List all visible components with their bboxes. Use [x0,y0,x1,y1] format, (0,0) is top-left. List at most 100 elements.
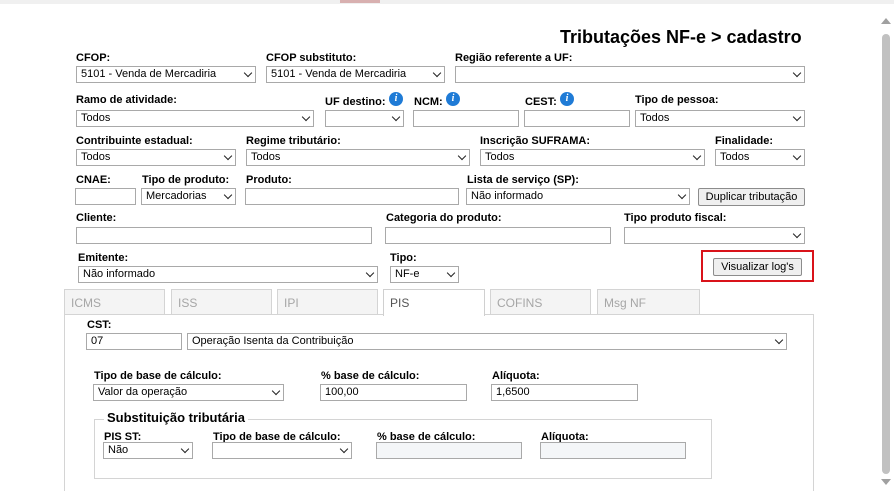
cfop-substituto-value: 5101 - Venda de Mercadiria [271,68,407,80]
categoria-input[interactable] [385,227,611,244]
info-icon[interactable]: i [560,92,574,106]
tab-ipi[interactable]: IPI [277,289,378,315]
chevron-down-icon [365,268,375,278]
cfop-select[interactable]: 5101 - Venda de Mercadiria [76,66,256,83]
tab-pis[interactable]: PIS [383,289,485,316]
finalidade-select[interactable]: Todos [715,149,805,166]
tab-iss[interactable]: ISS [171,289,272,315]
suframa-select[interactable]: Todos [480,149,705,166]
scrollbar-thumb[interactable] [882,34,890,474]
cfop-substituto-label: CFOP substituto: [266,52,357,64]
emitente-label: Emitente: [78,252,129,264]
page-title: Tributações NF-e > cadastro [560,27,802,47]
cnae-input[interactable] [75,188,136,205]
suframa-label: Inscrição SUFRAMA: [480,135,591,147]
browser-top-strip [0,0,894,4]
cst-code-input[interactable]: 07 [86,333,182,350]
st-legend: Substituição tributária [104,410,248,425]
aliquota-label: Alíquota: [492,370,540,382]
tab-msg-nf[interactable]: Msg NF [597,289,700,315]
chevron-down-icon [339,444,349,454]
chevron-down-icon [677,190,687,200]
tipo-base-label: Tipo de base de cálculo: [94,370,222,382]
st-perc-base-input[interactable] [376,442,522,459]
chevron-down-icon [792,112,802,122]
chevron-down-icon [301,112,311,122]
chevron-down-icon [457,151,467,161]
regime-select[interactable]: Todos [246,149,470,166]
tipo-produto-label: Tipo de produto: [142,174,230,186]
emitente-select[interactable]: Não informado [78,266,378,283]
top-strip-mark [340,0,380,3]
duplicar-tributacao-button[interactable]: Duplicar tributação [698,188,805,206]
cliente-label: Cliente: [76,212,117,224]
cst-select[interactable]: Operação Isenta da Contribuição [187,333,787,350]
tipo-base-select[interactable]: Valor da operação [93,384,284,401]
tipo-value: NF-e [395,268,420,280]
tipo-produto-select[interactable]: Mercadorias [141,188,236,205]
cliente-input[interactable] [76,227,372,244]
tipo-pessoa-label: Tipo de pessoa: [635,94,719,106]
tipo-pessoa-select[interactable]: Todos [635,110,805,127]
tipo-pessoa-value: Todos [640,112,670,124]
cfop-substituto-select[interactable]: 5101 - Venda de Mercadiria [266,66,445,83]
tipo-label: Tipo: [390,252,417,264]
chevron-down-icon [432,68,442,78]
produto-input[interactable] [245,188,459,205]
chevron-down-icon [391,112,401,122]
pis-st-value: Não [108,444,129,456]
perc-base-input[interactable]: 100,00 [320,384,467,401]
tab-icms[interactable]: ICMS [64,289,165,315]
aliquota-input[interactable]: 1,6500 [491,384,638,401]
chevron-down-icon [446,268,456,278]
cest-label: CEST: [525,96,557,108]
scroll-up-icon[interactable] [881,18,891,24]
cst-value: Operação Isenta da Contribuição [192,335,354,347]
ramo-select[interactable]: Todos [76,110,314,127]
uf-destino-label: UF destino: [325,96,386,108]
uf-destino-select[interactable] [325,110,404,127]
lista-servico-select[interactable]: Não informado [466,188,690,205]
tipo-select[interactable]: NF-e [390,266,459,283]
vertical-scrollbar[interactable] [877,14,894,491]
perc-base-label: % base de cálculo: [321,370,420,382]
tipo-base-value: Valor da operação [98,386,188,398]
chevron-down-icon [223,190,233,200]
contribuinte-value: Todos [81,151,111,163]
suframa-value: Todos [485,151,515,163]
pis-st-select[interactable]: Não [103,442,193,459]
regime-label: Regime tributário: [246,135,341,147]
finalidade-value: Todos [720,151,750,163]
tipo-fiscal-select[interactable] [624,227,805,244]
ramo-value: Todos [81,112,111,124]
ncm-input[interactable] [413,110,519,127]
chevron-down-icon [792,229,802,239]
ncm-label: NCM: [414,96,443,108]
scroll-down-icon[interactable] [881,479,891,485]
regiao-select[interactable] [455,66,805,83]
st-aliquota-input[interactable] [540,442,686,459]
info-icon[interactable]: i [389,92,403,106]
emitente-value: Não informado [83,268,156,280]
st-tipo-base-select[interactable] [212,442,352,459]
lista-servico-label: Lista de serviço (SP): [467,174,579,186]
info-icon[interactable]: i [446,92,460,106]
tab-cofins[interactable]: COFINS [490,289,591,315]
produto-label: Produto: [246,174,292,186]
chevron-down-icon [223,151,233,161]
finalidade-label: Finalidade: [715,135,774,147]
contribuinte-label: Contribuinte estadual: [76,135,193,147]
cfop-value: 5101 - Venda de Mercadiria [81,68,217,80]
chevron-down-icon [692,151,702,161]
cnae-label: CNAE: [76,174,111,186]
ramo-label: Ramo de atividade: [76,94,177,106]
cest-input[interactable] [524,110,630,127]
categoria-label: Categoria do produto: [386,212,502,224]
cfop-label: CFOP: [76,52,111,64]
lista-servico-value: Não informado [471,190,544,202]
visualizar-log-button[interactable]: Visualizar log's [713,258,802,276]
contribuinte-select[interactable]: Todos [76,149,236,166]
chevron-down-icon [271,386,281,396]
chevron-down-icon [243,68,253,78]
regime-value: Todos [251,151,281,163]
